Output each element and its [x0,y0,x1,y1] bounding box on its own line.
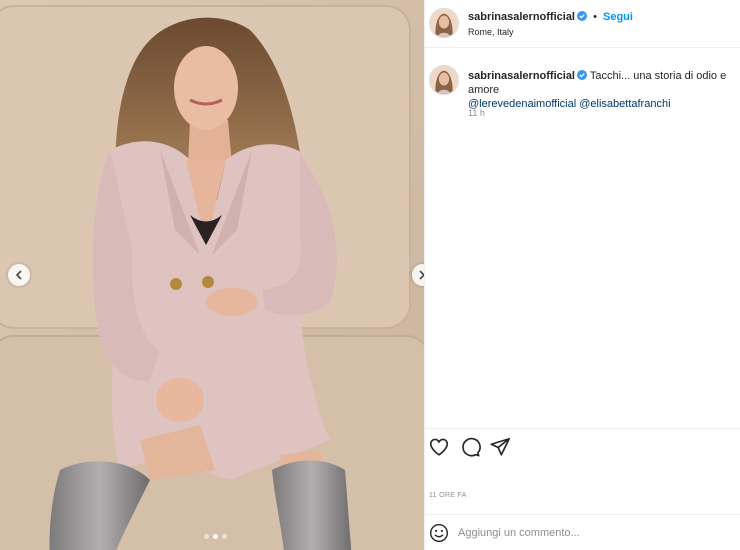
header-user-line: sabrinasalernofficial • Segui [468,11,633,23]
avatar-image [430,9,458,37]
mention-link[interactable]: @elisabettafranchi [579,98,670,110]
verified-badge-icon [577,70,587,80]
share-icon [490,437,510,456]
follow-button[interactable]: Segui [603,11,633,23]
emoji-button[interactable] [429,523,449,543]
comment-button[interactable] [459,436,481,458]
location-link[interactable]: Rome, Italy [468,27,514,37]
avatar-image [430,66,458,94]
post-side-panel: sabrinasalernofficial • Segui Rome, Ital… [424,0,740,550]
carousel-dot-active [213,534,218,539]
post-timestamp[interactable]: 11 ORE FA [429,492,467,499]
comment-icon [462,437,481,457]
smiley-icon [429,523,449,543]
caption-text: sabrinasalernofficial Tacchi... una stor… [468,69,740,111]
carousel-dot [222,534,227,539]
chevron-left-icon [15,270,22,280]
carousel-prev-button[interactable] [8,264,30,286]
comment-bar [425,514,740,550]
avatar[interactable] [429,8,459,38]
action-bar [425,428,740,462]
separator-dot: • [593,11,597,23]
verified-badge-icon [577,11,587,21]
caption-avatar[interactable] [429,65,459,95]
carousel-dot [204,534,209,539]
username-link[interactable]: sabrinasalernofficial [468,11,575,23]
post-photo[interactable] [0,0,424,550]
caption-username-link[interactable]: sabrinasalernofficial [468,70,575,82]
post-image [0,0,424,550]
comment-input[interactable] [458,524,728,542]
post-header: sabrinasalernofficial • Segui Rome, Ital… [425,0,740,48]
caption-timestamp: 11 h [468,108,485,118]
carousel-indicator [204,534,227,539]
heart-icon [429,438,449,456]
share-button[interactable] [489,436,511,458]
like-button[interactable] [428,436,450,458]
chevron-right-icon [419,270,424,280]
